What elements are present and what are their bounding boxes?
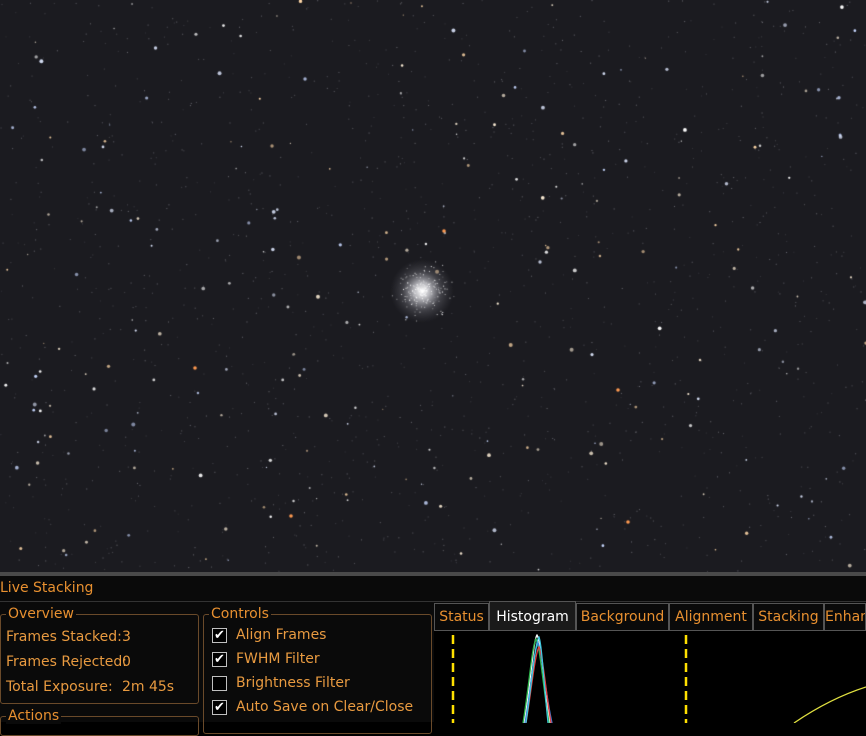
brightness-filter-check-icon[interactable] [212,676,227,691]
title-divider [0,601,866,602]
tab-stacking[interactable]: Stacking [753,603,824,630]
frames-rejected-label: Frames Rejected: [6,654,127,670]
total-exposure-row: Total Exposure: 2m 45s [6,679,174,695]
auto-save-check-icon[interactable]: ✔ [212,700,227,715]
panel-title: Live Stacking [0,580,94,596]
brightness-filter-label[interactable]: Brightness Filter [236,675,350,691]
align-frames-check-icon[interactable]: ✔ [212,628,227,643]
histogram-plot [434,630,866,723]
overview-group: Overview Frames Stacked: 3 Frames Reject… [0,606,199,704]
tab-enhancement[interactable]: Enhan [824,603,866,630]
align-frames-label[interactable]: Align Frames [236,627,326,643]
overview-legend: Overview [6,606,76,622]
controls-legend: Controls [209,606,271,622]
total-exposure-label: Total Exposure: [6,679,113,695]
frames-stacked-value: 3 [122,629,131,645]
stretch-curve [793,686,866,723]
fwhm-filter-label[interactable]: FWHM Filter [236,651,320,667]
frames-stacked-row: Frames Stacked: 3 [6,629,131,645]
tab-bar: Status Histogram Background Alignment St… [434,601,866,631]
tab-alignment[interactable]: Alignment [669,603,753,630]
tab-status[interactable]: Status [434,603,489,630]
stacked-image-view[interactable] [0,0,866,572]
frames-stacked-label: Frames Stacked: [6,629,122,645]
tab-background[interactable]: Background [576,603,669,630]
frames-rejected-row: Frames Rejected: 0 [6,654,131,670]
controls-group: Controls ✔ Align Frames ✔ FWHM Filter Br… [203,606,432,734]
auto-save-label[interactable]: Auto Save on Clear/Close [236,699,413,715]
frames-rejected-value: 0 [122,654,131,670]
actions-group: Actions [0,708,199,736]
total-exposure-value: 2m 45s [122,679,175,695]
fwhm-filter-check-icon[interactable]: ✔ [212,652,227,667]
tab-histogram[interactable]: Histogram [489,601,576,631]
